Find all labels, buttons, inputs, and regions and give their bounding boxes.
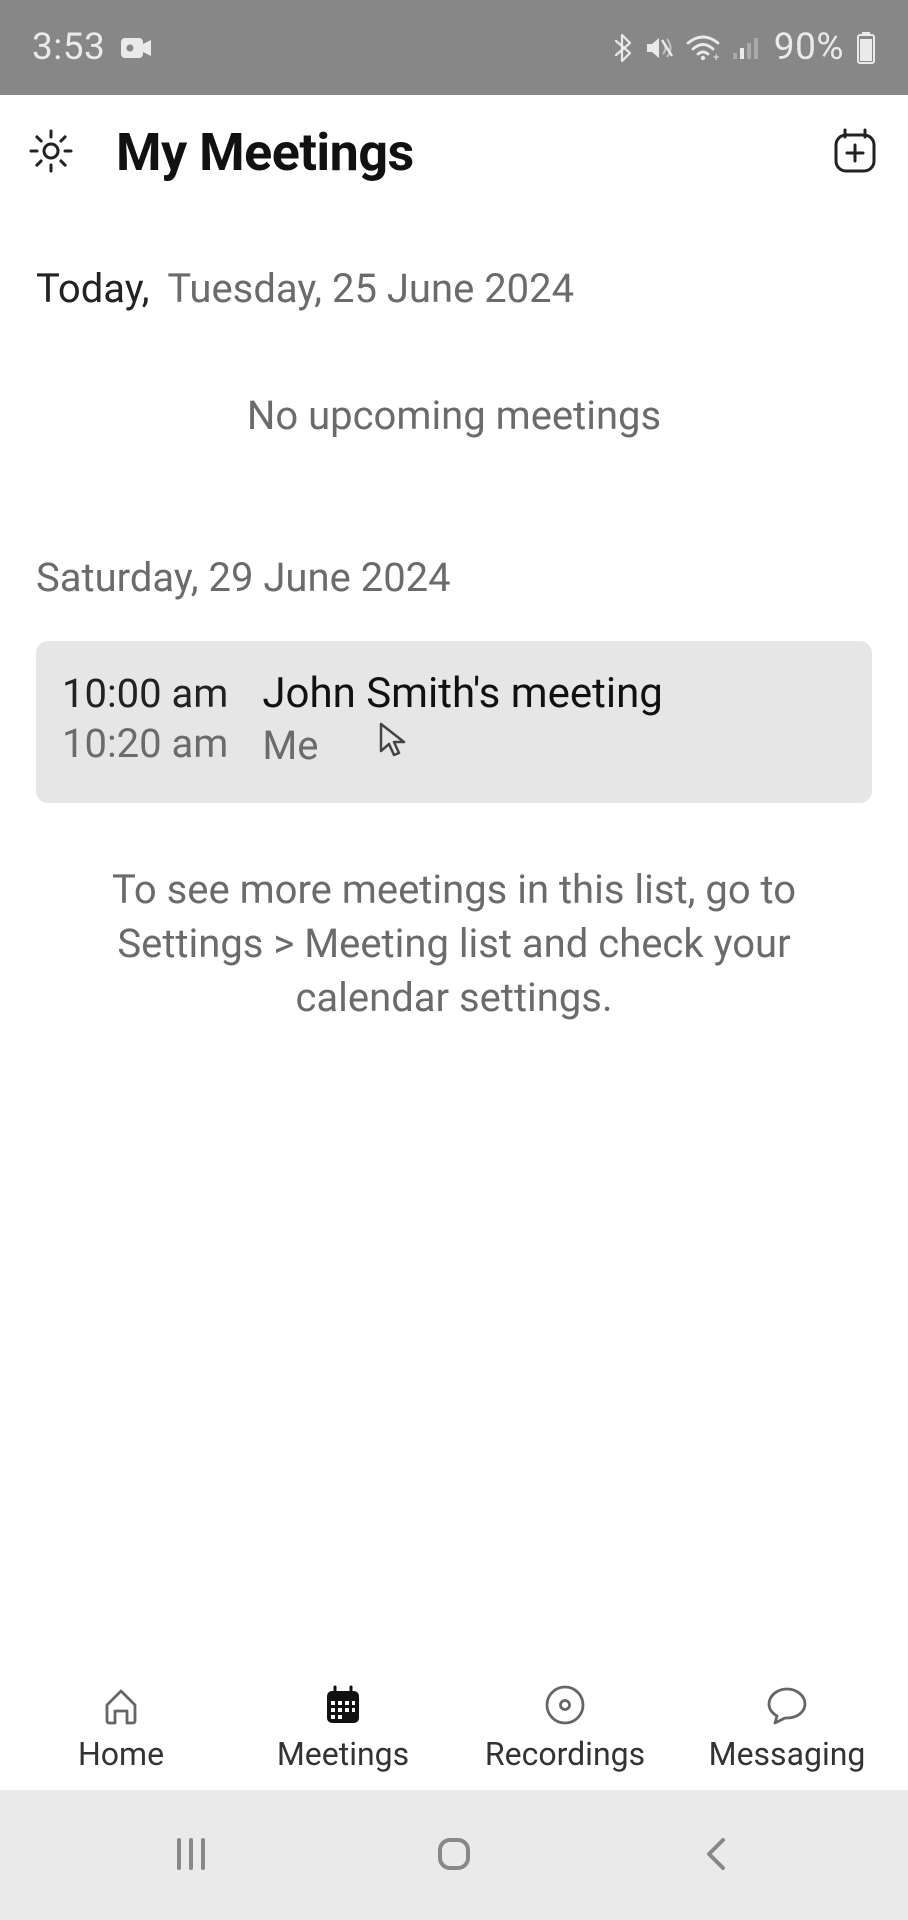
tab-messaging-label: Messaging (709, 1735, 866, 1773)
section-date: Saturday, 29 June 2024 (36, 554, 872, 601)
help-text: To see more meetings in this list, go to… (36, 863, 872, 1025)
meeting-card[interactable]: 10:00 am 10:20 am John Smith's meeting M… (36, 641, 872, 803)
mute-icon (644, 34, 674, 62)
calendar-plus-icon (833, 128, 877, 177)
svg-text:+: + (713, 51, 720, 61)
back-button[interactable] (687, 1825, 747, 1885)
empty-message: No upcoming meetings (36, 392, 872, 439)
meeting-times: 10:00 am 10:20 am (62, 669, 228, 771)
recents-button[interactable] (161, 1825, 221, 1885)
tab-meetings[interactable]: Meetings (232, 1683, 454, 1773)
tab-recordings-label: Recordings (485, 1735, 645, 1773)
chat-icon (765, 1683, 809, 1727)
status-right: + 90% (612, 26, 876, 69)
record-icon (543, 1683, 587, 1727)
tab-home[interactable]: Home (10, 1683, 232, 1773)
app-header: My Meetings (0, 95, 908, 210)
page-title: My Meetings (116, 122, 792, 183)
settings-button[interactable] (26, 128, 76, 178)
content: Today, Tuesday, 25 June 2024 No upcoming… (0, 210, 908, 1025)
status-left: 3:53 (32, 26, 153, 69)
meeting-end-time: 10:20 am (62, 719, 228, 769)
wifi-icon: + (686, 35, 720, 61)
home-nav-icon (432, 1832, 476, 1879)
home-button[interactable] (424, 1825, 484, 1885)
today-date: Tuesday, 25 June 2024 (167, 265, 574, 312)
tab-recordings[interactable]: Recordings (454, 1683, 676, 1773)
home-icon (99, 1683, 143, 1727)
status-bar: 3:53 + 90% (0, 0, 908, 95)
add-meeting-button[interactable] (832, 130, 878, 176)
signal-icon (732, 35, 762, 61)
meeting-title: John Smith's meeting (262, 669, 846, 719)
today-label: Today, (36, 265, 149, 312)
gear-icon (27, 127, 75, 178)
meeting-info: John Smith's meeting Me (262, 669, 846, 771)
camera-icon (121, 36, 153, 60)
meeting-organizer: Me (262, 721, 846, 771)
recents-icon (169, 1832, 213, 1879)
calendar-icon (321, 1683, 365, 1727)
back-icon (695, 1832, 739, 1879)
tab-home-label: Home (78, 1735, 164, 1773)
battery-percent: 90% (774, 26, 844, 69)
tab-messaging[interactable]: Messaging (676, 1683, 898, 1773)
status-time: 3:53 (32, 26, 105, 69)
tab-bar: Home Meetings Recordings Messaging (0, 1655, 908, 1790)
android-nav-bar (0, 1790, 908, 1920)
bluetooth-icon (612, 33, 632, 63)
today-header: Today, Tuesday, 25 June 2024 (36, 265, 872, 312)
meeting-start-time: 10:00 am (62, 669, 228, 719)
battery-icon (856, 32, 876, 64)
tab-meetings-label: Meetings (277, 1735, 409, 1773)
